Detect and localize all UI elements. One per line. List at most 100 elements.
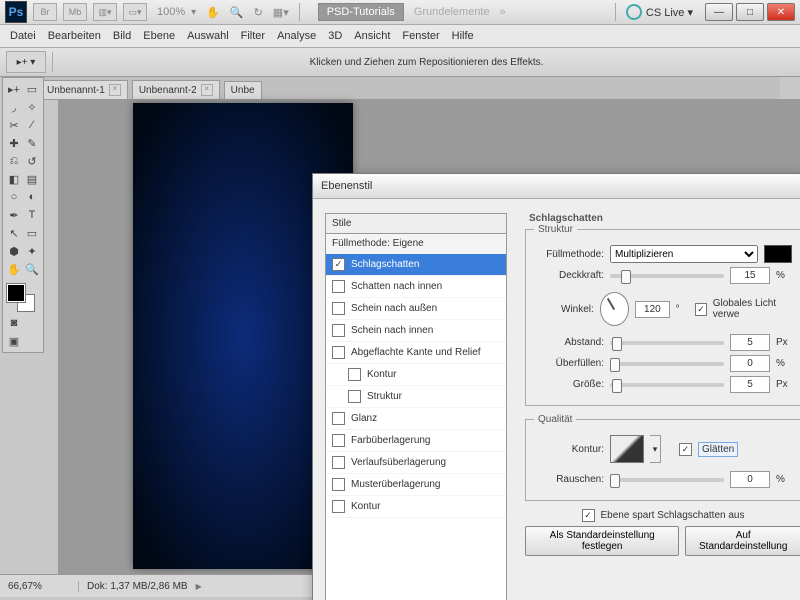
input-angle[interactable]: 120 [635,301,669,318]
color-swatches[interactable] [5,282,41,308]
style-gradientoverlay[interactable]: Verlaufsüberlagerung [326,452,506,474]
fg-color-swatch[interactable] [7,284,25,302]
menu-datei[interactable]: Datei [10,30,36,42]
checkbox-knockout[interactable] [582,509,595,522]
style-innerglow[interactable]: Schein nach innen [326,320,506,342]
checkbox-icon[interactable] [332,258,345,271]
style-outerglow[interactable]: Schein nach außen [326,298,506,320]
minibridge-button[interactable]: Mb [63,3,87,21]
tool-eyedrop[interactable]: ⁄ [23,116,41,134]
slider-distance[interactable] [610,341,724,345]
dialog-titlebar[interactable]: Ebenenstil [313,174,800,199]
document-tab-1[interactable]: Unbenannt-1× [40,80,128,99]
style-fillopts[interactable]: Füllmethode: Eigene [326,234,506,254]
tool-3d[interactable]: ⬢ [5,242,23,260]
input-noise[interactable]: 0 [730,471,770,488]
checkbox-antialias[interactable] [679,443,692,456]
menu-ebene[interactable]: Ebene [143,30,175,42]
tool-dodge[interactable]: ◐ [23,188,41,206]
style-patternoverlay[interactable]: Musterüberlagerung [326,474,506,496]
slider-size[interactable] [610,383,724,387]
tool-brush[interactable]: ✎ [23,134,41,152]
view-extras-icon[interactable]: ▦▾ [273,6,289,19]
select-blendmode[interactable]: Multiplizieren [610,245,758,263]
document-tab-3[interactable]: Unbe [224,81,262,99]
hand-tool-icon[interactable]: ✋ [206,6,220,19]
style-bevel[interactable]: Abgeflachte Kante und Relief [326,342,506,364]
style-satin[interactable]: Glanz [326,408,506,430]
cs-live-button[interactable]: CS Live ▾ [626,4,693,20]
arrange-docs-button[interactable]: ▥▾ [93,3,117,21]
status-zoom[interactable]: 66,67% [0,581,79,592]
menu-3d[interactable]: 3D [328,30,342,42]
tool-shape[interactable]: ▭ [23,224,41,242]
menu-fenster[interactable]: Fenster [402,30,439,42]
tool-hand[interactable]: ✋ [5,260,23,278]
style-bevel-texture[interactable]: Struktur [326,386,506,408]
tool-eraser[interactable]: ◧ [5,170,23,188]
close-tab-icon[interactable]: × [201,84,213,96]
input-size[interactable]: 5 [730,376,770,393]
zoom-level[interactable]: 100% [157,6,185,18]
contour-picker[interactable] [610,435,644,463]
menu-auswahl[interactable]: Auswahl [187,30,229,42]
style-bevel-contour[interactable]: Kontur [326,364,506,386]
checkbox-icon[interactable] [332,434,345,447]
menu-bild[interactable]: Bild [113,30,131,42]
window-minimize-button[interactable]: — [705,3,733,21]
tool-wand[interactable]: ✧ [23,98,41,116]
status-docinfo[interactable]: Dok: 1,37 MB/2,86 MB [79,581,196,592]
menu-bearbeiten[interactable]: Bearbeiten [48,30,101,42]
tool-stamp[interactable]: ⎌ [5,152,23,170]
slider-noise[interactable] [610,478,724,482]
contour-dropdown-icon[interactable]: ▾ [650,435,661,463]
tool-heal[interactable]: ✚ [5,134,23,152]
tool-history[interactable]: ↺ [23,152,41,170]
menu-filter[interactable]: Filter [241,30,265,42]
checkbox-icon[interactable] [332,302,345,315]
checkbox-icon[interactable] [332,456,345,469]
checkbox-icon[interactable] [332,324,345,337]
input-spread[interactable]: 0 [730,355,770,372]
zoom-tool-icon[interactable]: 🔍 [230,6,244,19]
style-innershadow[interactable]: Schatten nach innen [326,276,506,298]
tool-3dcamera[interactable]: ✦ [23,242,41,260]
angle-dial[interactable] [600,292,629,326]
bridge-button[interactable]: Br [33,3,57,21]
checkbox-icon[interactable] [348,368,361,381]
workspace-grund[interactable]: Grundelemente [414,6,490,18]
checkbox-icon[interactable] [332,280,345,293]
tool-quickmask[interactable]: ◙ [5,314,23,332]
rotate-view-icon[interactable]: ↻ [254,6,263,19]
close-tab-icon[interactable]: × [109,84,121,96]
slider-opacity[interactable] [610,274,724,278]
checkbox-icon[interactable] [332,346,345,359]
tool-screenmode[interactable]: ▣ [5,332,23,350]
window-maximize-button[interactable]: □ [736,3,764,21]
checkbox-icon[interactable] [332,478,345,491]
workspace-more[interactable]: » [500,6,506,18]
btn-reset-default[interactable]: Auf Standardeinstellung [685,526,800,556]
style-dropshadow[interactable]: Schlagschatten [326,254,506,276]
tool-move[interactable]: ▸+ [5,80,23,98]
tool-lasso[interactable]: ◞ [5,98,23,116]
menu-analyse[interactable]: Analyse [277,30,316,42]
tool-gradient[interactable]: ▤ [23,170,41,188]
input-opacity[interactable]: 15 [730,267,770,284]
tool-blur[interactable]: ○ [5,188,23,206]
shadow-color-swatch[interactable] [764,245,792,263]
tool-marquee[interactable]: ▭ [23,80,41,98]
window-close-button[interactable]: ✕ [767,3,795,21]
screenmode-button[interactable]: ▭▾ [123,3,147,21]
workspace-psd-button[interactable]: PSD-Tutorials [318,3,404,21]
tool-crop[interactable]: ✂ [5,116,23,134]
input-distance[interactable]: 5 [730,334,770,351]
checkbox-icon[interactable] [332,500,345,513]
tool-path[interactable]: ↖ [5,224,23,242]
menu-hilfe[interactable]: Hilfe [452,30,474,42]
slider-spread[interactable] [610,362,724,366]
tool-zoom[interactable]: 🔍 [23,260,41,278]
tool-pen[interactable]: ✒ [5,206,23,224]
tool-type[interactable]: T [23,206,41,224]
checkbox-icon[interactable] [332,412,345,425]
